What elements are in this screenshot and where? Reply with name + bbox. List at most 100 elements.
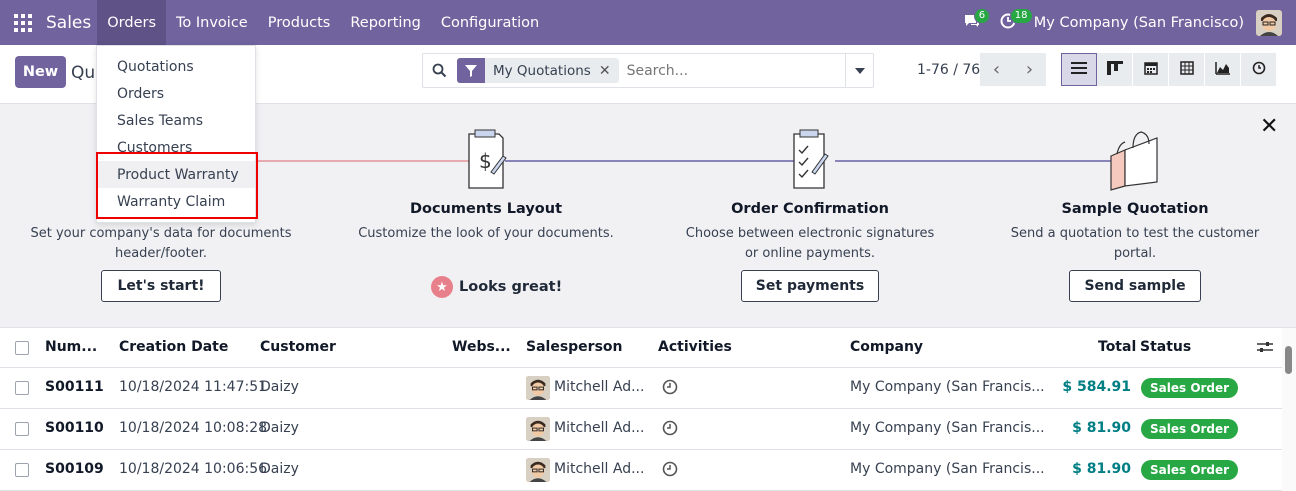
- customer-name: Daizy: [260, 379, 299, 395]
- scrollbar-thumb[interactable]: [1285, 346, 1292, 374]
- messages-button[interactable]: 6: [954, 0, 991, 45]
- order-total: $ 81.90: [1072, 420, 1131, 436]
- order-number: S00110: [45, 420, 104, 436]
- user-avatar[interactable]: [1256, 9, 1282, 36]
- menu-reporting[interactable]: Reporting: [340, 0, 431, 45]
- table-row[interactable]: S00109 10/18/2024 10:06:56 Daizy Mitchel…: [0, 450, 1282, 491]
- pivot-view-button[interactable]: [1169, 53, 1205, 86]
- vertical-scrollbar[interactable]: [1282, 328, 1296, 491]
- shopping-bag-icon: [1107, 128, 1163, 196]
- menu-configuration[interactable]: Configuration: [431, 0, 549, 45]
- new-button[interactable]: New: [15, 56, 66, 88]
- progress-line: [505, 160, 805, 162]
- set-payments-button[interactable]: Set payments: [741, 270, 879, 302]
- step-description: Customize the look of your documents.: [358, 226, 614, 241]
- step-description: Send a quotation to test the customer po…: [995, 224, 1275, 264]
- column-status[interactable]: Status: [1140, 339, 1191, 355]
- step-description-line1: Choose between electronic signatures: [685, 226, 935, 241]
- send-sample-button[interactable]: Send sample: [1069, 270, 1201, 302]
- lets-start-button[interactable]: Let's start!: [101, 270, 221, 302]
- step-description-line2: portal.: [1113, 246, 1157, 261]
- app-grid-icon[interactable]: [0, 0, 46, 45]
- status-badge: Sales Order: [1141, 419, 1239, 439]
- company-name: My Company (San Francis...: [850, 420, 1045, 436]
- activity-clock-icon[interactable]: [662, 420, 678, 440]
- row-checkbox[interactable]: [15, 463, 29, 477]
- select-all-checkbox[interactable]: [15, 341, 29, 355]
- kanban-view-button[interactable]: [1097, 53, 1133, 86]
- pager-next-button[interactable]: ›: [1013, 53, 1046, 86]
- column-activities[interactable]: Activities: [658, 339, 732, 355]
- row-checkbox[interactable]: [15, 381, 29, 395]
- highlight-box: [96, 152, 258, 219]
- dropdown-item-quotations[interactable]: Quotations: [97, 53, 255, 80]
- pager-previous-button[interactable]: ‹: [980, 53, 1013, 86]
- search-options-toggle[interactable]: [845, 53, 873, 88]
- messages-count-badge: 6: [973, 8, 991, 24]
- column-creation-date[interactable]: Creation Date: [119, 339, 228, 355]
- menu-to-invoice[interactable]: To Invoice: [166, 0, 258, 45]
- progress-line-done: [250, 160, 470, 162]
- salesperson-avatar: [526, 376, 550, 400]
- app-name[interactable]: Sales: [46, 13, 91, 33]
- activity-clock-icon[interactable]: [662, 461, 678, 481]
- order-number: S00109: [45, 461, 104, 477]
- step-description: Choose between electronic signatures or …: [670, 224, 950, 264]
- column-website[interactable]: Webs...: [452, 339, 511, 355]
- step-description-line2: header/footer.: [114, 246, 208, 261]
- chevron-left-icon: ‹: [992, 59, 1001, 80]
- area-chart-icon: [1214, 61, 1231, 79]
- table-row[interactable]: S00111 10/18/2024 11:47:51 Daizy Mitchel…: [0, 368, 1282, 409]
- status-badge: Sales Order: [1141, 378, 1239, 398]
- remove-facet-icon[interactable]: ✕: [599, 63, 619, 79]
- view-switcher: [1061, 53, 1277, 86]
- menu-orders[interactable]: Orders: [97, 0, 167, 45]
- top-navbar: Sales Orders To Invoice Products Reporti…: [0, 0, 1296, 45]
- order-total: $ 584.91: [1062, 379, 1131, 395]
- progress-line: [835, 160, 1115, 162]
- salesperson-avatar: [526, 458, 550, 482]
- list-icon: [1071, 61, 1087, 79]
- dropdown-item-sales-teams[interactable]: Sales Teams: [97, 107, 255, 134]
- salesperson-name: Mitchell Ad...: [554, 420, 645, 436]
- clock-icon: [1252, 61, 1266, 79]
- column-number[interactable]: Num...: [45, 339, 97, 355]
- search-input[interactable]: [626, 62, 845, 79]
- invoice-document-icon: $: [461, 128, 511, 196]
- step-title: Documents Layout: [409, 201, 563, 217]
- svg-text:$: $: [479, 149, 492, 173]
- table-header: Num... Creation Date Customer Webs... Sa…: [0, 328, 1282, 368]
- menu-products[interactable]: Products: [258, 0, 341, 45]
- looks-great-status: ★ Looks great!: [431, 276, 562, 298]
- creation-date: 10/18/2024 11:47:51: [119, 379, 268, 395]
- checklist-icon: [788, 128, 832, 196]
- search-bar: My Quotations ✕: [422, 53, 874, 88]
- list-view-button[interactable]: [1061, 53, 1097, 86]
- column-customer[interactable]: Customer: [260, 339, 336, 355]
- order-total: $ 81.90: [1072, 461, 1131, 477]
- customer-name: Daizy: [260, 461, 299, 477]
- activities-button[interactable]: 18: [990, 0, 1033, 45]
- kanban-icon: [1106, 60, 1123, 79]
- customer-name: Daizy: [260, 420, 299, 436]
- chevron-right-icon: ›: [1025, 59, 1034, 80]
- column-total[interactable]: Total: [1098, 339, 1136, 355]
- pivot-table-icon: [1179, 60, 1194, 79]
- column-company[interactable]: Company: [850, 339, 923, 355]
- activity-view-button[interactable]: [1241, 53, 1277, 86]
- activity-clock-icon[interactable]: [662, 379, 678, 399]
- close-banner-icon[interactable]: ✕: [1260, 114, 1278, 139]
- optional-columns-icon[interactable]: [1257, 340, 1273, 358]
- column-salesperson[interactable]: Salesperson: [526, 339, 623, 355]
- company-switcher[interactable]: My Company (San Francisco): [1034, 15, 1244, 31]
- graph-view-button[interactable]: [1205, 53, 1241, 86]
- company-name: My Company (San Francis...: [850, 461, 1045, 477]
- pager-value[interactable]: 1-76 / 76: [917, 62, 980, 78]
- table-row[interactable]: S00110 10/18/2024 10:08:28 Daizy Mitchel…: [0, 409, 1282, 450]
- row-checkbox[interactable]: [15, 422, 29, 436]
- status-badge: Sales Order: [1141, 460, 1239, 480]
- calendar-view-button[interactable]: [1133, 53, 1169, 86]
- activities-count-badge: 18: [1009, 8, 1033, 24]
- dropdown-item-orders[interactable]: Orders: [97, 80, 255, 107]
- step-title: Order Confirmation: [731, 201, 889, 217]
